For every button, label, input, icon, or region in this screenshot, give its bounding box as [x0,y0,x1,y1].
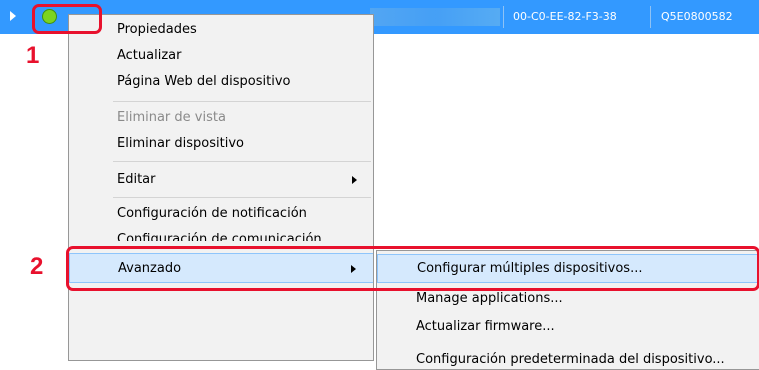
submenu-item-update-firmware[interactable]: Actualizar firmware... [377,312,759,341]
step2-highlight [66,246,759,291]
serial-number-cell: Q5E0800582 [661,10,733,23]
step1-number: 1 [26,42,40,69]
expand-arrow-icon[interactable] [10,11,16,21]
step1-highlight [32,4,102,34]
menu-item-edit-label: Editar [117,172,156,187]
submenu-arrow-icon [352,176,357,184]
column-divider [503,6,504,28]
context-menu: Propiedades Actualizar Página Web del di… [68,14,374,361]
menu-separator [113,161,371,162]
mac-address-cell: 00-C0-EE-82-F3-38 [513,10,617,23]
menu-separator [113,101,371,102]
menu-item-communication-settings[interactable]: Configuración de comunicación [69,225,373,241]
menu-separator [113,197,371,198]
menu-item-device-webpage[interactable]: Página Web del dispositivo [69,67,373,97]
menu-item-delete-device[interactable]: Eliminar dispositivo [69,129,373,159]
menu-item-edit[interactable]: Editar [69,165,373,195]
column-divider [650,6,651,28]
submenu-item-default-device-settings[interactable]: Configuración predeterminada del disposi… [377,345,759,369]
device-name-cell [370,8,500,26]
step2-number: 2 [30,253,44,280]
